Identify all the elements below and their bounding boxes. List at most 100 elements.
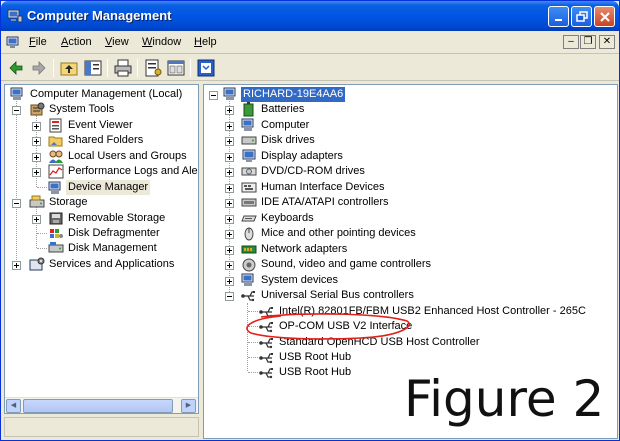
tree-label: Shared Folders — [68, 134, 144, 146]
scroll-left-button[interactable]: ◀ — [6, 399, 21, 413]
menu-view-rest: iew — [112, 36, 129, 48]
red-ellipse-stroke — [246, 313, 410, 340]
performance-icon — [48, 164, 64, 179]
tree-label: Disk drives — [261, 134, 315, 146]
expand-toggle[interactable] — [225, 215, 234, 224]
mouse-icon — [244, 227, 254, 241]
menu-help[interactable]: Help — [194, 36, 217, 48]
menu-window[interactable]: Window — [142, 36, 181, 48]
expand-toggle[interactable] — [225, 168, 234, 177]
expand-toggle[interactable] — [32, 122, 41, 131]
forward-icon[interactable] — [29, 58, 49, 78]
tree-label: Sound, video and game controllers — [261, 258, 431, 270]
collapse-toggle[interactable] — [225, 292, 234, 301]
ide-controller-icon — [241, 198, 257, 207]
tree-node-root[interactable]: Computer Management (Local) — [10, 87, 198, 102]
device-category-mice[interactable]: Mice and other pointing devices — [241, 226, 611, 241]
menu-file[interactable]: File — [29, 36, 47, 48]
tree-node-shared-folders[interactable]: Shared Folders — [48, 133, 198, 148]
minimize-button[interactable] — [548, 6, 569, 27]
collapse-toggle[interactable] — [12, 106, 21, 115]
tree-label: System Tools — [49, 103, 115, 115]
close-button[interactable] — [594, 6, 615, 27]
expand-toggle[interactable] — [225, 106, 234, 115]
window-title: Computer Management — [27, 8, 172, 23]
disk-management-icon — [48, 242, 64, 253]
mdi-close-button[interactable]: ✕ — [599, 35, 615, 49]
figure-label: Figure 2 — [404, 370, 605, 428]
device-category-keyboards[interactable]: Keyboards — [241, 211, 611, 226]
scroll-right-button[interactable]: ▶ — [181, 399, 196, 413]
toolbar-separator — [53, 59, 54, 77]
expand-toggle[interactable] — [32, 153, 41, 162]
mdi-child-icon[interactable] — [6, 36, 22, 50]
menu-action-rest: ction — [68, 36, 92, 48]
mdi-restore-button[interactable]: ❐ — [580, 35, 596, 49]
expand-toggle[interactable] — [225, 137, 234, 146]
expand-toggle[interactable] — [225, 230, 234, 239]
device-category-disk-drives[interactable]: Disk drives — [241, 133, 611, 148]
back-icon[interactable] — [6, 58, 26, 78]
tree-node-disk-defragmenter[interactable]: Disk Defragmenter — [48, 226, 198, 241]
tree-label: Services and Applications — [49, 258, 175, 270]
services-icon — [29, 257, 45, 271]
mdi-minimize-button[interactable]: – — [563, 35, 579, 49]
expand-toggle[interactable] — [225, 246, 234, 255]
expand-toggle[interactable] — [32, 168, 41, 177]
console-tree-pane[interactable]: Computer Management (Local) System Tools… — [4, 84, 199, 414]
tree-node-storage[interactable]: Storage — [29, 195, 198, 210]
usb-device-root-hub-1[interactable]: USB Root Hub — [259, 350, 614, 365]
print-icon[interactable] — [113, 58, 133, 78]
device-category-network[interactable]: Network adapters — [241, 242, 611, 257]
properties-icon[interactable] — [143, 58, 163, 78]
device-category-usb[interactable]: Universal Serial Bus controllers — [241, 288, 611, 303]
toolbar-separator-3 — [137, 59, 138, 77]
tree-label: USB Root Hub — [279, 351, 352, 363]
title-bar[interactable]: Computer Management — [1, 1, 619, 31]
device-category-computer[interactable]: Computer — [241, 118, 611, 133]
expand-toggle[interactable] — [225, 184, 234, 193]
device-category-system-devices[interactable]: System devices — [241, 273, 611, 288]
expand-toggle[interactable] — [225, 199, 234, 208]
menu-help-rest: elp — [201, 36, 217, 48]
tree-node-removable-storage[interactable]: Removable Storage — [48, 211, 198, 226]
collapse-toggle[interactable] — [209, 91, 218, 100]
show-hide-tree-icon[interactable] — [83, 58, 103, 78]
event-viewer-icon — [49, 118, 62, 133]
computer-management-icon — [10, 87, 23, 100]
expand-toggle[interactable] — [225, 261, 234, 270]
expand-toggle[interactable] — [32, 215, 41, 224]
device-category-display-adapters[interactable]: Display adapters — [241, 149, 611, 164]
scroll-thumb[interactable] — [23, 399, 173, 413]
device-tree-root[interactable]: RICHARD-19E4AA6 — [223, 87, 423, 102]
export-list-icon[interactable] — [166, 58, 186, 78]
device-category-sound[interactable]: Sound, video and game controllers — [241, 257, 611, 272]
tree-node-services-apps[interactable]: Services and Applications — [29, 257, 198, 272]
tree-node-disk-management[interactable]: Disk Management — [48, 241, 198, 256]
usb-icon — [259, 353, 273, 364]
expand-toggle[interactable] — [225, 153, 234, 162]
device-category-batteries[interactable]: Batteries — [241, 102, 611, 117]
expand-toggle[interactable] — [32, 137, 41, 146]
tree-label: Local Users and Groups — [68, 150, 187, 162]
device-category-dvd[interactable]: DVD/CD-ROM drives — [241, 164, 611, 179]
menu-action[interactable]: Action — [61, 36, 92, 48]
horizontal-scrollbar[interactable]: ◀ ▶ — [5, 397, 198, 413]
computer-icon — [223, 87, 236, 100]
tree-node-performance-logs[interactable]: Performance Logs and Alerts — [48, 164, 198, 179]
tree-node-device-manager[interactable]: Device Manager — [48, 180, 198, 195]
tree-node-event-viewer[interactable]: Event Viewer — [48, 118, 198, 133]
expand-toggle[interactable] — [225, 122, 234, 131]
help-icon[interactable] — [196, 58, 216, 78]
tree-node-system-tools[interactable]: System Tools — [29, 102, 198, 117]
up-folder-icon[interactable] — [59, 58, 79, 78]
mdi-minimize-icon: – — [568, 36, 574, 47]
collapse-toggle[interactable] — [12, 199, 21, 208]
device-category-hid[interactable]: Human Interface Devices — [241, 180, 611, 195]
device-category-ide[interactable]: IDE ATA/ATAPI controllers — [241, 195, 611, 210]
tree-node-local-users[interactable]: Local Users and Groups — [48, 149, 198, 164]
expand-toggle[interactable] — [12, 261, 21, 270]
restore-button[interactable] — [571, 6, 592, 27]
expand-toggle[interactable] — [225, 277, 234, 286]
menu-view[interactable]: View — [105, 36, 129, 48]
